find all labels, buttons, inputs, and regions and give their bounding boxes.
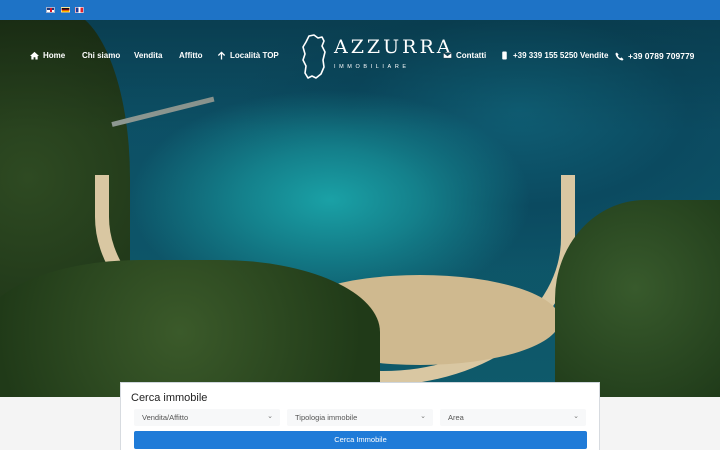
nav-localita-top[interactable]: Località TOP [217,51,279,60]
home-icon [30,51,39,60]
nav-chi-siamo[interactable]: Chi siamo [82,51,120,60]
logo-subtitle: IMMOBILIARE [334,64,410,70]
sale-rent-select[interactable]: Vendita/Affitto ⌄ [134,409,280,426]
arrow-up-icon [217,51,226,60]
france-flag-icon[interactable] [75,7,84,13]
language-bar [0,0,720,20]
search-panel: Cerca immobile Vendita/Affitto ⌄ Tipolog… [120,382,600,450]
search-title: Cerca immobile [131,392,208,404]
nav-vendita-label: Vendita [134,51,163,60]
nav-localita-top-label: Località TOP [230,51,279,60]
nav-chi-siamo-label: Chi siamo [82,51,121,60]
nav-contatti[interactable]: Contatti [443,51,486,60]
area-select-value: Area [448,413,464,422]
phone-sales-label: +39 339 155 5250 Vendite [513,51,609,60]
chevron-down-icon: ⌄ [267,413,273,420]
envelope-icon [443,52,452,59]
sardinia-island-icon [302,34,326,79]
property-type-select-value: Tipologia immobile [295,413,358,422]
phone-main-link[interactable]: +39 0789 709779 [615,51,694,61]
chevron-down-icon: ⌄ [573,413,579,420]
phone-main-label: +39 0789 709779 [628,51,695,61]
nav-affitto-label: Affitto [179,51,203,60]
area-select[interactable]: Area ⌄ [440,409,586,426]
nav-contatti-label: Contatti [456,51,487,60]
logo-brand: AZZURRA [334,36,454,58]
search-property-button[interactable]: Cerca Immobile [134,431,587,449]
nav-vendita[interactable]: Vendita [134,51,162,60]
property-type-select[interactable]: Tipologia immobile ⌄ [287,409,433,426]
sale-rent-select-value: Vendita/Affitto [142,413,189,422]
nav-home[interactable]: Home [30,51,65,60]
uk-flag-icon[interactable] [46,7,55,13]
phone-sales-link[interactable]: +39 339 155 5250 Vendite [500,51,608,60]
chevron-down-icon: ⌄ [420,413,426,420]
nav-home-label: Home [43,51,66,60]
nav-affitto[interactable]: Affitto [179,51,203,60]
phone-icon [615,51,624,61]
mobile-phone-icon [502,51,507,60]
azzurra-logo[interactable]: AZZURRA IMMOBILIARE [300,34,450,82]
germany-flag-icon[interactable] [61,7,70,13]
